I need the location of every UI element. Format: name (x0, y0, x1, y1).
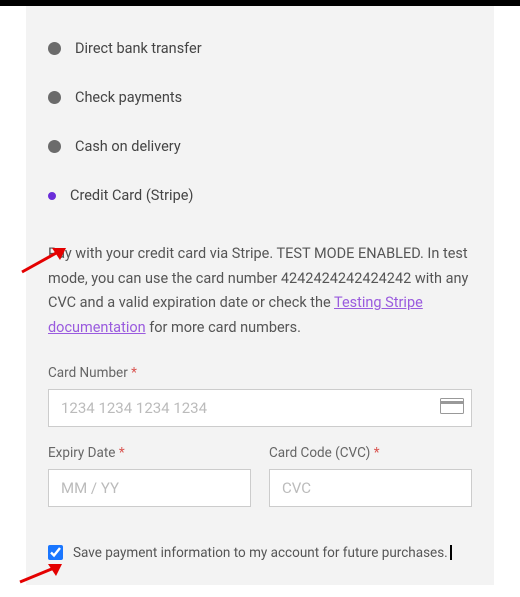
radio-selected-icon (48, 192, 56, 200)
card-number-field: Card Number * (48, 365, 472, 427)
payment-option-label: Credit Card (Stripe) (70, 187, 193, 204)
cvc-field: Card Code (CVC) * (269, 445, 472, 507)
label-text: Expiry Date (48, 445, 115, 461)
save-payment-row: Save payment information to my account f… (48, 545, 472, 561)
payment-option-label: Direct bank transfer (75, 40, 202, 57)
expiry-field: Expiry Date * (48, 445, 251, 507)
required-icon: * (119, 445, 125, 461)
save-payment-label: Save payment information to my account f… (73, 545, 448, 561)
label-text: Card Code (CVC) (269, 445, 370, 461)
payment-option-bank[interactable]: Direct bank transfer (48, 24, 472, 73)
payment-panel: Direct bank transfer Check payments Cash… (26, 6, 494, 585)
required-icon: * (374, 445, 380, 461)
payment-option-cod[interactable]: Cash on delivery (48, 122, 472, 171)
payment-option-check[interactable]: Check payments (48, 73, 472, 122)
payment-option-label: Check payments (75, 89, 182, 106)
radio-icon (48, 91, 61, 104)
expiry-label: Expiry Date * (48, 445, 251, 461)
payment-option-stripe[interactable]: Credit Card (Stripe) (48, 171, 472, 220)
label-text: Card Number (48, 365, 128, 381)
text-cursor-icon (450, 545, 452, 560)
cvc-input[interactable] (269, 469, 472, 507)
radio-icon (48, 140, 61, 153)
save-payment-checkbox[interactable] (48, 545, 63, 560)
cvc-label: Card Code (CVC) * (269, 445, 472, 461)
desc-text: for more card numbers. (146, 319, 301, 336)
card-number-label: Card Number * (48, 365, 472, 381)
card-number-input[interactable] (48, 389, 472, 427)
required-icon: * (131, 365, 137, 381)
stripe-description: Pay with your credit card via Stripe. TE… (48, 242, 472, 341)
radio-icon (48, 42, 61, 55)
payment-option-label: Cash on delivery (75, 138, 181, 155)
expiry-input[interactable] (48, 469, 251, 507)
credit-card-icon (440, 398, 464, 418)
